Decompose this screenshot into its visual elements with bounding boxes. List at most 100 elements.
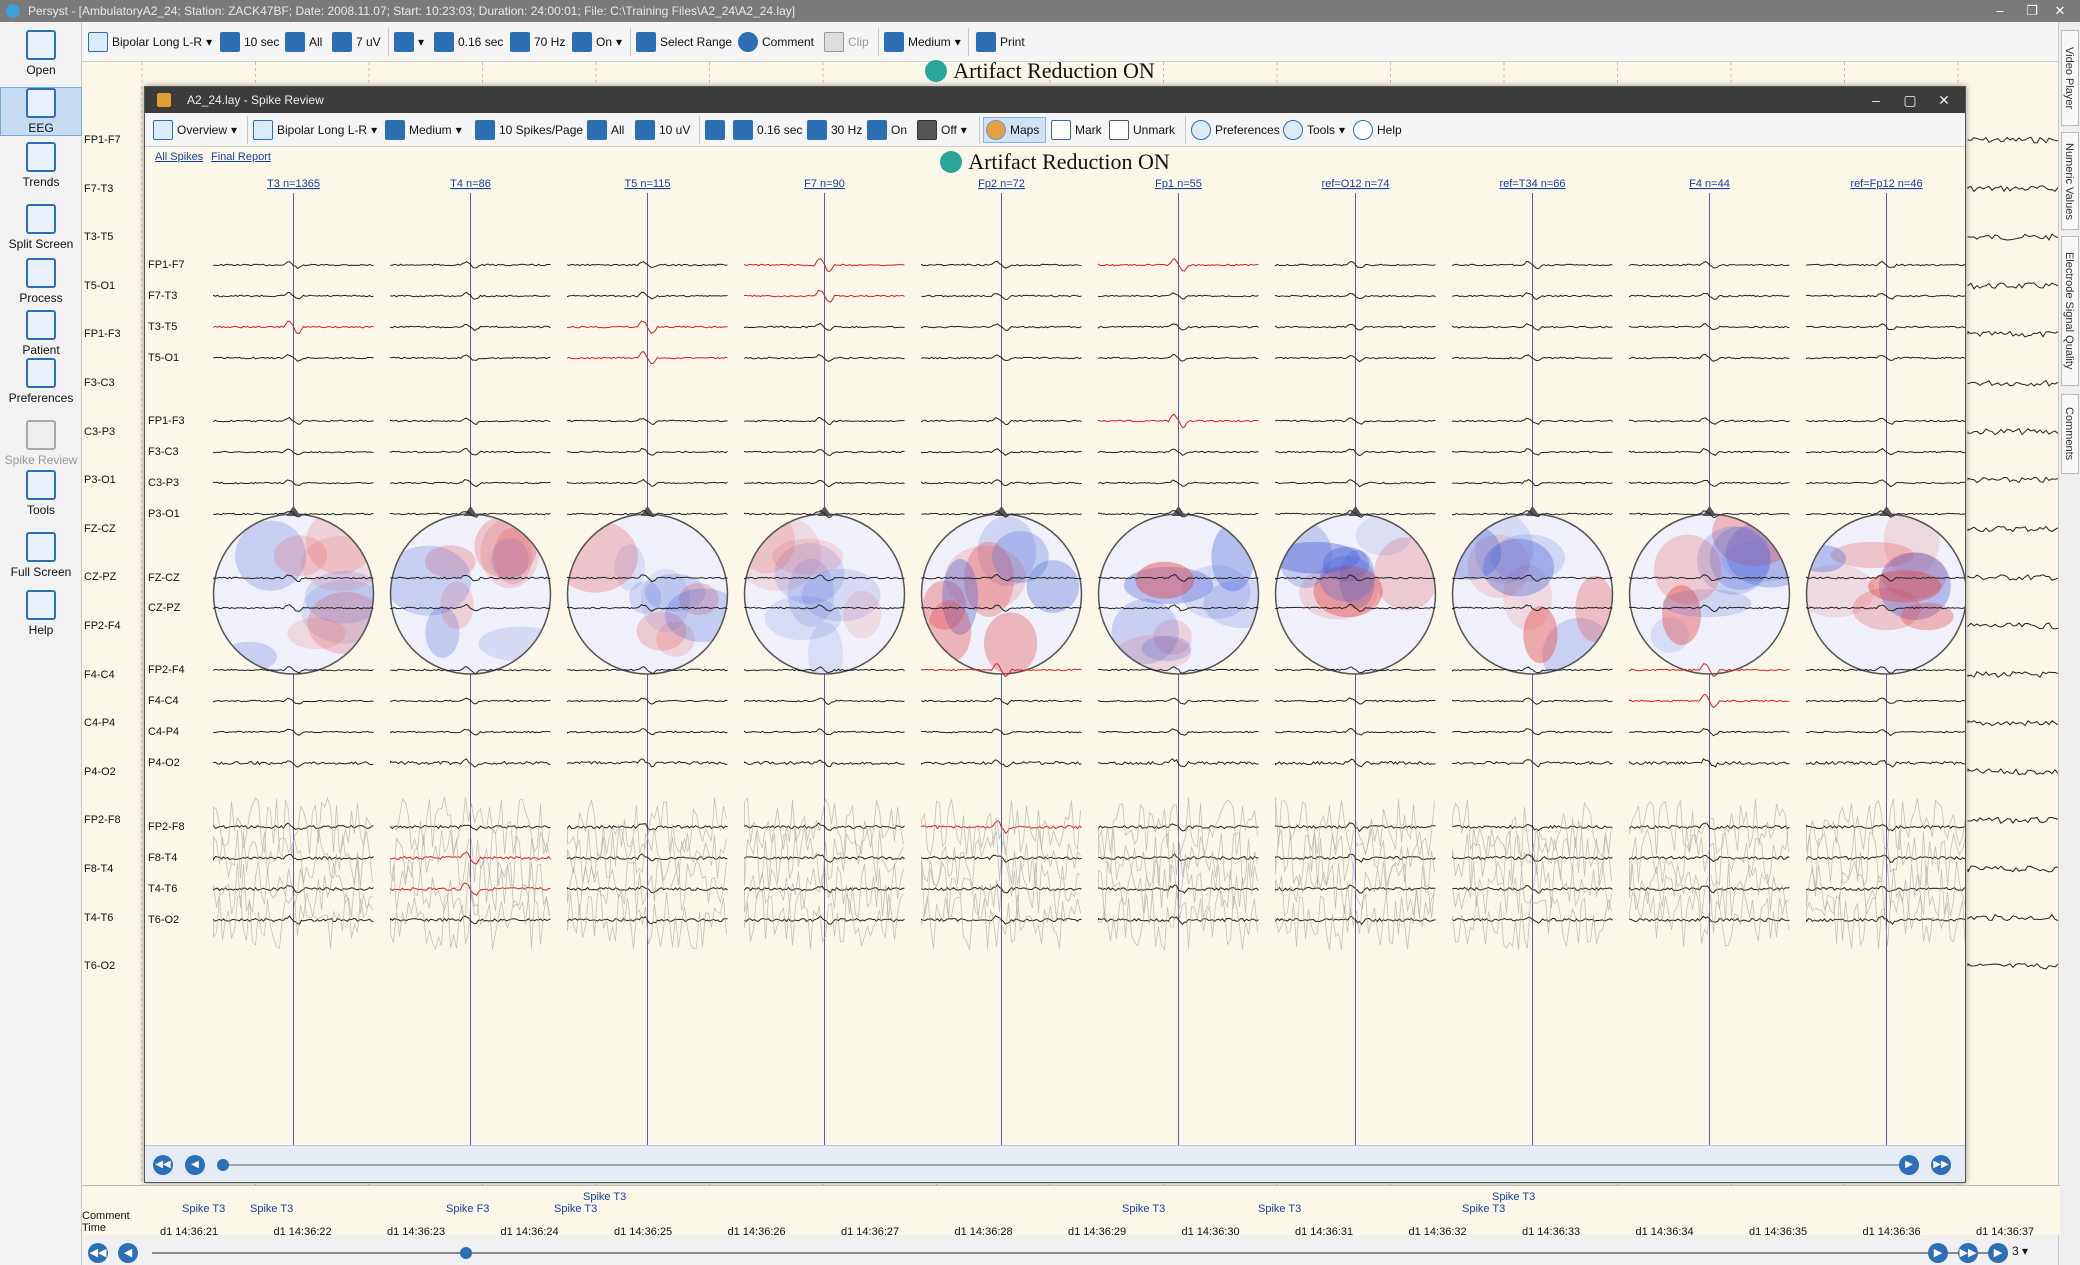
main-channel-label: C3-P3	[84, 425, 116, 438]
artifact-reduction-banner: Artifact Reduction ON	[0, 58, 2080, 84]
spike-window-minimize[interactable]: –	[1859, 87, 1893, 113]
comment-button[interactable]: Comment	[738, 29, 814, 55]
layout-dropdown[interactable]: Medium ▾	[884, 29, 961, 55]
spike-comment-marker[interactable]: Spike T3	[250, 1203, 293, 1215]
spike-sensitivity-control[interactable]: 10 uV	[635, 117, 690, 143]
sidebar-item-trends[interactable]: Trends	[0, 142, 82, 189]
timeline-thumb[interactable]	[460, 1247, 472, 1259]
topographic-map	[566, 506, 729, 675]
sidebar-item-eeg[interactable]: EEG	[0, 87, 82, 136]
tab-electrode-signal-quality[interactable]: Electrode Signal Quality	[2061, 236, 2079, 386]
timeline-scrollbar[interactable]	[152, 1252, 1992, 1254]
spike-lff-control[interactable]: 0.16 sec	[733, 117, 802, 143]
spike-group-header[interactable]: ref=T34 n=66	[1499, 178, 1565, 190]
main-channel-label: CZ-PZ	[84, 571, 117, 584]
artifact-reduction-toggle[interactable]: ▾	[394, 29, 424, 55]
patient-icon	[26, 310, 56, 340]
forward-button[interactable]: ▶	[1928, 1243, 1948, 1263]
spike-channel-label: F7-T3	[148, 290, 178, 302]
spike-group-header[interactable]: T3 n=1365	[267, 178, 320, 190]
spike-group-header[interactable]: Fp2 n=72	[978, 178, 1025, 190]
page-scroll-thumb[interactable]	[217, 1159, 229, 1171]
prev-page-button[interactable]: ◀	[185, 1155, 205, 1175]
print-button[interactable]: Print	[976, 29, 1025, 55]
spike-help-button[interactable]: Help	[1353, 117, 1402, 143]
timebase-control[interactable]: 10 sec	[220, 29, 279, 55]
topographic-map	[1274, 506, 1437, 675]
spike-group-header[interactable]: T5 n=115	[625, 178, 671, 190]
spike-comment-marker[interactable]: Spike T3	[583, 1191, 626, 1203]
spike-group-header[interactable]: ref=Fp12 n=46	[1850, 178, 1922, 190]
spike-preferences-button[interactable]: Preferences	[1191, 117, 1280, 143]
spike-channel-label: C3-P3	[148, 477, 180, 489]
spike-comment-marker[interactable]: Spike T3	[1462, 1203, 1505, 1215]
eeg-trace	[1806, 697, 1965, 704]
page-scrollbar[interactable]	[221, 1164, 1919, 1166]
bottom-navigation: ◀◀ ◀ ▶ ▶▶ ▶ 3 ▾	[82, 1240, 2058, 1265]
sidebar-item-preferences[interactable]: Preferences	[0, 358, 82, 405]
spike-group-header[interactable]: ref=O12 n=74	[1322, 178, 1390, 190]
spike-notch-control[interactable]: On	[867, 117, 907, 143]
spike-group-header[interactable]: Fp1 n=55	[1155, 178, 1202, 190]
mark-button[interactable]: Mark	[1051, 117, 1102, 143]
lff-control[interactable]: 0.16 sec	[434, 29, 503, 55]
spike-group-header[interactable]: F4 n=44	[1689, 178, 1730, 190]
sidebar: Open EEG Trends Split Screen Process Patient P…	[0, 22, 82, 1265]
cf-dropdown[interactable]: Off ▾	[917, 117, 967, 143]
spike-window-close[interactable]: ✕	[1927, 87, 1961, 113]
sidebar-item-spike-review[interactable]: Spike Review	[0, 420, 82, 467]
spike-channels-control[interactable]: All	[587, 117, 624, 143]
tab-comments[interactable]: Comments	[2061, 394, 2079, 474]
spike-window-maximize[interactable]: ▢	[1893, 87, 1927, 113]
page-select[interactable]: 3 ▾	[2012, 1244, 2028, 1258]
play-button[interactable]: ▶	[1988, 1243, 2008, 1263]
first-page-button[interactable]: ◀◀	[153, 1155, 173, 1175]
channels-control[interactable]: All	[285, 29, 322, 55]
sidebar-item-full-screen[interactable]: Full Screen	[0, 532, 82, 579]
sidebar-item-process[interactable]: Process	[0, 258, 82, 305]
spike-group-header[interactable]: T4 n=86	[450, 178, 491, 190]
sidebar-item-patient[interactable]: Patient	[0, 310, 82, 357]
spike-group-header[interactable]: F7 n=90	[804, 178, 845, 190]
sidebar-item-split-screen[interactable]: Split Screen	[0, 204, 82, 251]
spike-comment-marker[interactable]: Spike T3	[1258, 1203, 1301, 1215]
tab-video-player[interactable]: Video Player	[2061, 30, 2079, 126]
spike-comment-marker[interactable]: Spike F3	[446, 1203, 489, 1215]
spike-layout-dropdown[interactable]: Medium ▾	[385, 117, 462, 143]
notch-control[interactable]: On ▾	[572, 29, 622, 55]
sidebar-item-help[interactable]: Help	[0, 590, 82, 637]
montage-dropdown[interactable]: Bipolar Long L-R ▾	[88, 29, 212, 55]
maps-toggle[interactable]: Maps	[983, 117, 1047, 143]
tab-numeric-values[interactable]: Numeric Values	[2061, 132, 2079, 230]
fast-forward-button[interactable]: ▶▶	[1958, 1243, 1978, 1263]
sensitivity-control[interactable]: 7 uV	[332, 29, 381, 55]
sidebar-item-tools[interactable]: Tools	[0, 470, 82, 517]
sidebar-item-label: EEG	[28, 121, 54, 135]
back-button[interactable]: ◀	[118, 1243, 138, 1263]
spike-hff-control[interactable]: 30 Hz	[807, 117, 862, 143]
unmark-button[interactable]: Unmark	[1109, 117, 1175, 143]
close-button[interactable]: ✕	[2040, 0, 2080, 22]
overview-dropdown[interactable]: Overview ▾	[153, 117, 237, 143]
spike-comment-marker[interactable]: Spike T3	[554, 1203, 597, 1215]
spike-ar-toggle[interactable]	[705, 117, 725, 143]
time-label: d1 14:36:23	[387, 1226, 446, 1238]
window-title: Persyst - [AmbulatoryA2_24; Station: ZAC…	[28, 4, 796, 18]
background-eeg-trace	[1967, 525, 2059, 533]
folder-open-icon	[26, 30, 56, 60]
spikes-per-page-control[interactable]: 10 Spikes/Page	[475, 117, 583, 143]
spike-comment-marker[interactable]: Spike T3	[182, 1203, 225, 1215]
rewind-button[interactable]: ◀◀	[88, 1243, 108, 1263]
sidebar-item-label: Tools	[26, 503, 55, 517]
last-page-button[interactable]: ▶▶	[1931, 1155, 1951, 1175]
spike-comment-marker[interactable]: Spike T3	[1122, 1203, 1165, 1215]
spike-tools-dropdown[interactable]: Tools ▾	[1283, 117, 1345, 143]
mark-x-icon	[1051, 120, 1071, 140]
spike-montage-dropdown[interactable]: Bipolar Long L-R ▾	[253, 117, 377, 143]
select-range-button[interactable]: Select Range	[636, 29, 732, 55]
hff-control[interactable]: 70 Hz	[510, 29, 565, 55]
spike-comment-marker[interactable]: Spike T3	[1492, 1191, 1535, 1203]
clip-button[interactable]: Clip	[824, 29, 869, 55]
next-page-button[interactable]: ▶	[1899, 1155, 1919, 1175]
main-channel-label: FP1-F3	[84, 328, 121, 341]
